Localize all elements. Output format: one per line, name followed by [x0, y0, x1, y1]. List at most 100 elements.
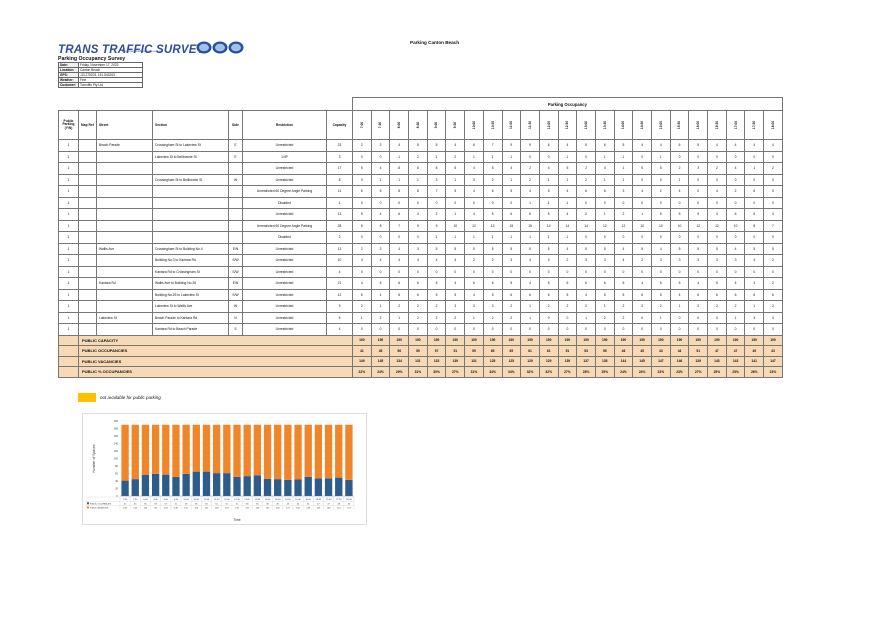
series-name: PUBLIC VACANCIES — [90, 507, 109, 510]
cell-occupancy: 1 — [557, 231, 578, 244]
summary-value: 190 — [482, 334, 503, 346]
cell-occupancy: 0 — [744, 173, 765, 186]
summary-value: 190 — [520, 334, 540, 346]
cell-occupancy: 0 — [576, 265, 596, 278]
cell-restriction: Unrestricted — [242, 300, 327, 313]
cell-occupancy: 4 — [538, 162, 559, 175]
cell-occupancy: 5 — [538, 208, 559, 221]
cell-occupancy: 3 — [501, 254, 522, 267]
summary-value: 131 — [464, 355, 484, 367]
cell-occupancy: 3 — [370, 139, 391, 152]
cell-restriction: Unrestricted — [242, 311, 327, 324]
cell-occupancy: 6 — [408, 277, 428, 290]
cell-occupancy: 5 — [651, 208, 671, 221]
summary-value: 44 — [669, 345, 690, 357]
cell-occupancy: 3 — [707, 254, 727, 267]
bar-vacancy — [233, 424, 241, 477]
time-label: 11:00 — [509, 121, 514, 129]
cell-occupancy: 0 — [688, 265, 709, 278]
summary-value: 47 — [707, 345, 727, 357]
cell-occupancy: 7 — [426, 185, 447, 198]
header-spacer — [327, 98, 353, 111]
summary-value: 143 — [707, 355, 727, 367]
cell-occupancy: 0 — [426, 323, 447, 336]
summary-value: 34% — [482, 366, 503, 378]
cell-occupancy: 0 — [707, 311, 727, 324]
cell-occupancy: 5 — [651, 162, 671, 175]
x-tick-label: 8:30 — [153, 499, 158, 501]
cell-occupancy: 5 — [538, 277, 559, 290]
bar-vacancy — [324, 424, 333, 479]
cell-occupancy: 2 — [763, 254, 783, 267]
cell-occupancy: 0 — [632, 150, 652, 163]
cell-occupancy: 4 — [744, 139, 765, 152]
cell-section: Lakeview St to Bellbowrie St — [152, 150, 229, 163]
cell-occupancy: 5 — [445, 242, 466, 255]
cell-occupancy: 4 — [445, 254, 466, 267]
bar-vacancy — [202, 424, 211, 472]
bar-occupancy — [202, 471, 211, 496]
cell-public: 1 — [58, 300, 79, 313]
cell-occupancy: 0 — [651, 265, 671, 278]
cell-occupancy: 0 — [669, 323, 690, 336]
cell-street — [96, 196, 153, 209]
cell-occupancy: 0 — [464, 323, 484, 336]
time-header: 13:30 — [594, 110, 615, 140]
cell-occupancy: 0 — [632, 265, 652, 278]
cell-occupancy: 1 — [744, 162, 765, 175]
data-label: 139 — [235, 508, 239, 510]
cell-occupancy: 4 — [688, 277, 709, 290]
cell-occupancy: 6 — [520, 288, 540, 301]
time-header: 8:30 — [408, 110, 428, 140]
time-header: 14:30 — [632, 110, 652, 140]
cell-map-ref — [78, 150, 97, 163]
time-label: 9:00 — [434, 121, 439, 129]
table-row: 1 Kantara Rd Wallis Ave to Building No.26 E… — [58, 277, 783, 290]
cell-occupancy: 0 — [557, 323, 578, 336]
cell-occupancy: 2 — [613, 208, 634, 221]
cell-side — [228, 185, 243, 198]
cell-restriction: Unrestricted — [242, 242, 327, 255]
cell-street: Wallis Ave — [96, 242, 153, 255]
summary-value: 65 — [482, 345, 503, 357]
bar-occupancy — [253, 475, 262, 496]
data-label: 143 — [327, 508, 331, 510]
y-tick-label: 40 — [115, 479, 118, 483]
cell-occupancy: 0 — [408, 196, 428, 209]
cell-occupancy: 1 — [370, 173, 391, 186]
summary-value: 55 — [594, 345, 615, 357]
y-tick-label: 0 — [117, 494, 119, 498]
cell-occupancy: 4 — [763, 311, 783, 324]
bar-vacancy — [335, 424, 343, 478]
summary-value: 139 — [688, 355, 709, 367]
cell-map-ref — [78, 162, 97, 175]
cell-occupancy: 6 — [744, 288, 765, 301]
cell-occupancy: 5 — [352, 208, 372, 221]
summary-value: 190 — [669, 334, 690, 346]
table-row: 1 Unrestricted 13 5 4 6 3 2 1 4 5 6 6 5 4 2 1 2 1 5 5 5 4 6 6 4 — [58, 208, 783, 221]
table-row: 1 Wallis Ave Crossingham St to Building No… — [58, 242, 783, 255]
cell-side: W — [228, 300, 243, 313]
cell-occupancy: 0 — [688, 196, 709, 209]
table-row: 1 Beach Parade Crossingham St to Lakeview … — [58, 139, 783, 152]
cell-occupancy: 0 — [352, 196, 372, 209]
cell-occupancy: 2 — [576, 300, 596, 313]
cell-public: 1 — [58, 323, 79, 336]
cell-occupancy: 0 — [501, 196, 522, 209]
bar-occupancy — [243, 476, 251, 496]
cell-occupancy: 0 — [763, 323, 783, 336]
bar-occupancy — [172, 476, 180, 496]
time-header: 11:30 — [520, 110, 540, 140]
cell-occupancy: 0 — [707, 173, 727, 186]
cell-occupancy: 5 — [482, 242, 503, 255]
cell-occupancy: 5 — [688, 208, 709, 221]
cell-occupancy: 0 — [632, 173, 652, 186]
cell-occupancy: 1 — [744, 300, 765, 313]
cell-occupancy: 4 — [651, 242, 671, 255]
summary-value: 43 — [651, 345, 671, 357]
bar-vacancy — [182, 424, 190, 474]
cell-occupancy: 0 — [445, 323, 466, 336]
cell-capacity: 3 — [326, 150, 353, 163]
data-label: 131 — [184, 508, 188, 510]
cell-street: Beach Parade — [96, 139, 153, 152]
